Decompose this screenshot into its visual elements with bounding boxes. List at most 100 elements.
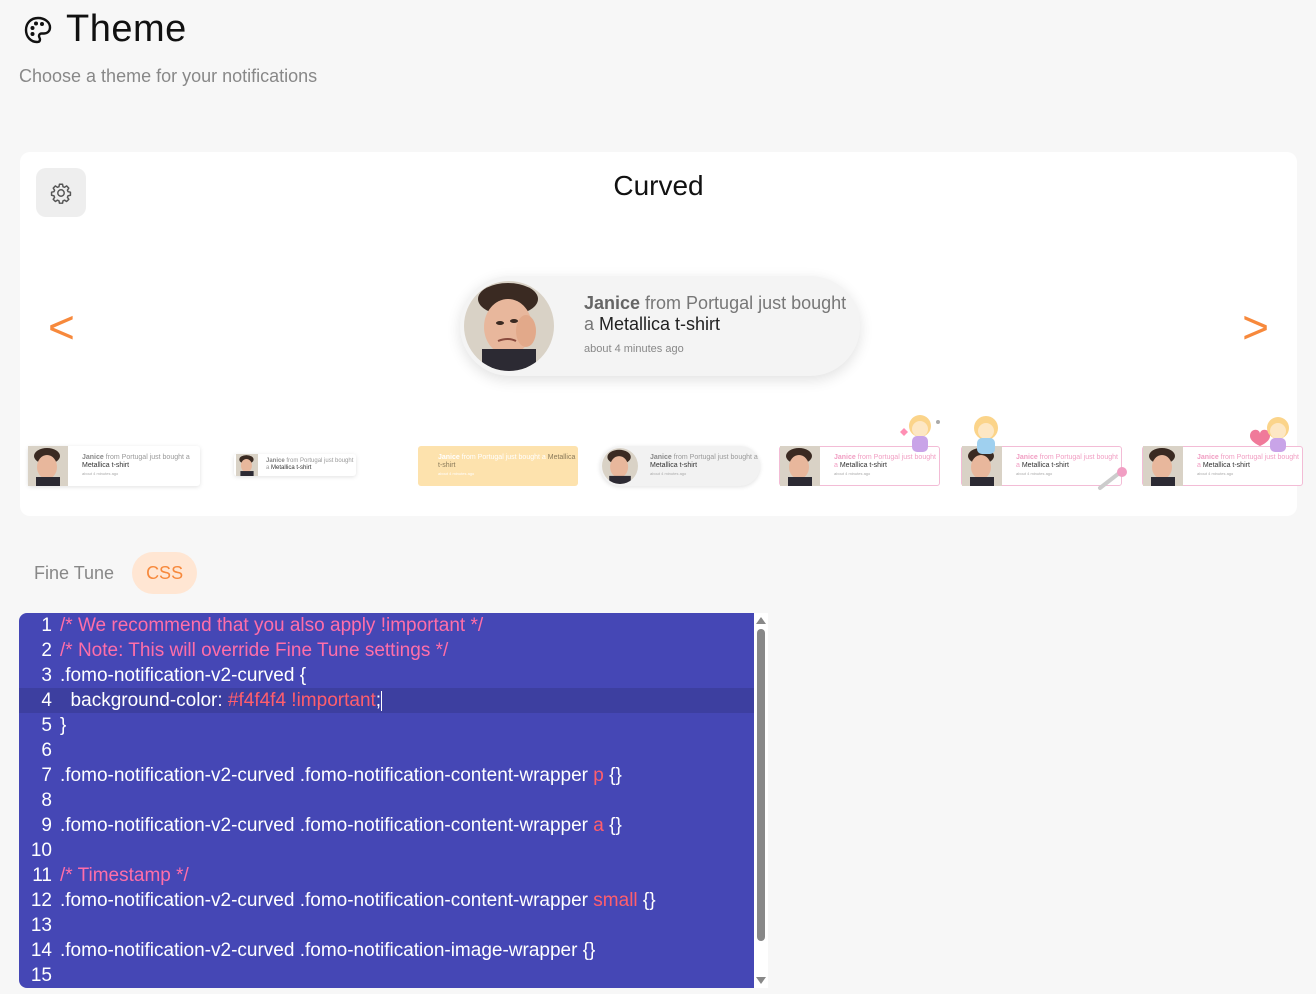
cartoon-character-icon [1250,417,1289,452]
page-subtitle: Choose a theme for your notifications [19,66,318,86]
code-line[interactable]: 13 [19,913,768,938]
code-text[interactable]: /* We recommend that you also apply !imp… [52,613,483,638]
code-line[interactable]: 4 background-color: #f4f4f4 !important; [19,688,768,713]
code-token: .fomo-notification-v2-curved .fomo-notif… [60,765,594,786]
code-text[interactable] [52,788,60,813]
avatar [28,446,68,486]
code-token: small [593,890,638,911]
theme-name: Curved [613,170,704,201]
preview-timestamp: about 4 minutes ago [584,342,684,355]
code-line[interactable]: 2 /* Note: This will override Fine Tune s… [19,638,768,663]
thumb-name: Janice [1016,454,1038,461]
scroll-up-icon[interactable] [756,617,766,624]
theme-thumbnails: Janice from Portugal just bought a Metal… [28,414,1303,494]
line-number: 6 [41,740,52,761]
code-token: #f4f4f4 !important [227,690,376,711]
code-line[interactable]: 6 [19,738,768,763]
line-number: 1 [41,615,52,636]
code-line[interactable]: 8 [19,788,768,813]
code-text[interactable]: .fomo-notification-v2-curved { [52,663,306,688]
code-line[interactable]: 14 .fomo-notification-v2-curved .fomo-not… [19,938,768,963]
thumb-product: Metallica t-shirt [82,462,130,469]
page-title: Theme [66,8,187,50]
thumb-name: Janice [1197,454,1219,461]
code-text[interactable]: /* Note: This will override Fine Tune se… [52,638,448,663]
avatar [602,448,638,484]
theme-thumbnail[interactable]: Janice from Portugal just bought a Metal… [418,446,578,486]
customer-name: Janice [584,292,641,313]
code-line[interactable]: 10 [19,838,768,863]
code-text[interactable]: .fomo-notification-v2-curved .fomo-notif… [52,938,595,963]
tab-fine-tune[interactable]: Fine Tune [20,552,128,594]
code-text[interactable] [52,838,60,863]
code-line[interactable]: 1 /* We recommend that you also apply !im… [19,613,768,638]
tab-css[interactable]: CSS [132,552,198,594]
line-number: 7 [41,765,52,786]
line-number: 14 [30,940,52,961]
preview-text: Janice from Portugal just bought a Metal… [584,293,860,360]
previous-theme-button[interactable]: < [48,302,75,352]
code-line[interactable]: 7 .fomo-notification-v2-curved .fomo-noti… [19,763,768,788]
code-text[interactable]: .fomo-notification-v2-curved .fomo-notif… [52,763,622,788]
cartoon-character-icon [900,415,940,452]
palette-icon [24,16,52,43]
thumb-time: about 4 minutes ago [82,471,119,476]
code-text[interactable]: background-color: #f4f4f4 !important; [52,688,383,713]
thumb-name: Janice [266,458,285,464]
code-text[interactable] [52,963,60,988]
avatar [1143,446,1183,486]
line-number: 10 [30,840,52,861]
scroll-thumb[interactable] [757,629,765,941]
code-text[interactable] [52,738,60,763]
code-line[interactable]: 3 .fomo-notification-v2-curved { [19,663,768,688]
line-number: 12 [30,890,52,911]
code-text[interactable] [52,913,60,938]
cartoon-character-icon [974,416,998,454]
thumb-product: Metallica t-shirt [1021,462,1069,469]
code-token: {} [603,815,622,836]
code-token: .fomo-notification-v2-curved .fomo-notif… [60,940,596,961]
code-text[interactable]: /* Timestamp */ [52,863,189,888]
line-number: 11 [32,865,52,886]
code-text[interactable]: } [52,713,66,738]
line-number: 9 [41,815,52,836]
thumb-product: Metallica t-shirt [839,462,887,469]
css-code-editor[interactable]: 1 /* We recommend that you also apply !im… [19,613,768,988]
code-token: } [60,715,67,736]
code-line[interactable]: 5} [19,713,768,738]
line-number: 15 [30,965,52,986]
code-token: a [593,815,604,836]
editor-tabs: Fine Tune CSS [20,552,198,594]
line-number: 5 [41,715,52,736]
code-token: {} [603,765,622,786]
scroll-down-icon[interactable] [756,977,766,984]
code-lines[interactable]: 1 /* We recommend that you also apply !im… [19,613,768,988]
code-text[interactable]: .fomo-notification-v2-curved .fomo-notif… [52,813,622,838]
thumb-time: about 4 minutes ago [1197,471,1234,476]
editor-scrollbar[interactable] [754,613,768,988]
code-line[interactable]: 12 .fomo-notification-v2-curved .fomo-not… [19,888,768,913]
theme-thumbnail[interactable]: Janice from Portugal just bought a Metal… [600,446,760,486]
line-number: 13 [30,915,52,936]
thumb-name: Janice [834,454,856,461]
notification-preview: Janice from Portugal just bought a Metal… [460,276,860,376]
theme-selector-card: Curved < > Janice from Portugal just bou… [20,152,1303,516]
thumb-message: from Portugal just bought a [459,454,548,461]
code-text[interactable]: .fomo-notification-v2-curved .fomo-notif… [52,888,656,913]
next-theme-button[interactable]: > [1242,302,1269,352]
code-line[interactable]: 15 [19,963,768,988]
line-number: 2 [41,640,52,661]
code-token: background-color: [60,690,228,711]
code-token: .fomo-notification-v2-curved { [60,665,307,686]
code-token: .fomo-notification-v2-curved .fomo-notif… [60,815,594,836]
code-token: /* We recommend that you also apply !imp… [60,615,484,636]
theme-thumbnail[interactable]: Janice from Portugal just bought a Metal… [234,454,356,476]
line-number: 4 [41,690,52,711]
thumb-name: Janice [650,454,672,461]
thumb-time: about 4 minutes ago [834,471,871,476]
theme-thumbnail[interactable]: Janice from Portugal just bought a Metal… [28,446,200,486]
code-line[interactable]: 9 .fomo-notification-v2-curved .fomo-noti… [19,813,768,838]
thumb-message: from Portugal just bought a [671,454,758,461]
thumb-product: Metallica t-shirt [650,462,698,469]
code-line[interactable]: 11 /* Timestamp */ [19,863,768,888]
